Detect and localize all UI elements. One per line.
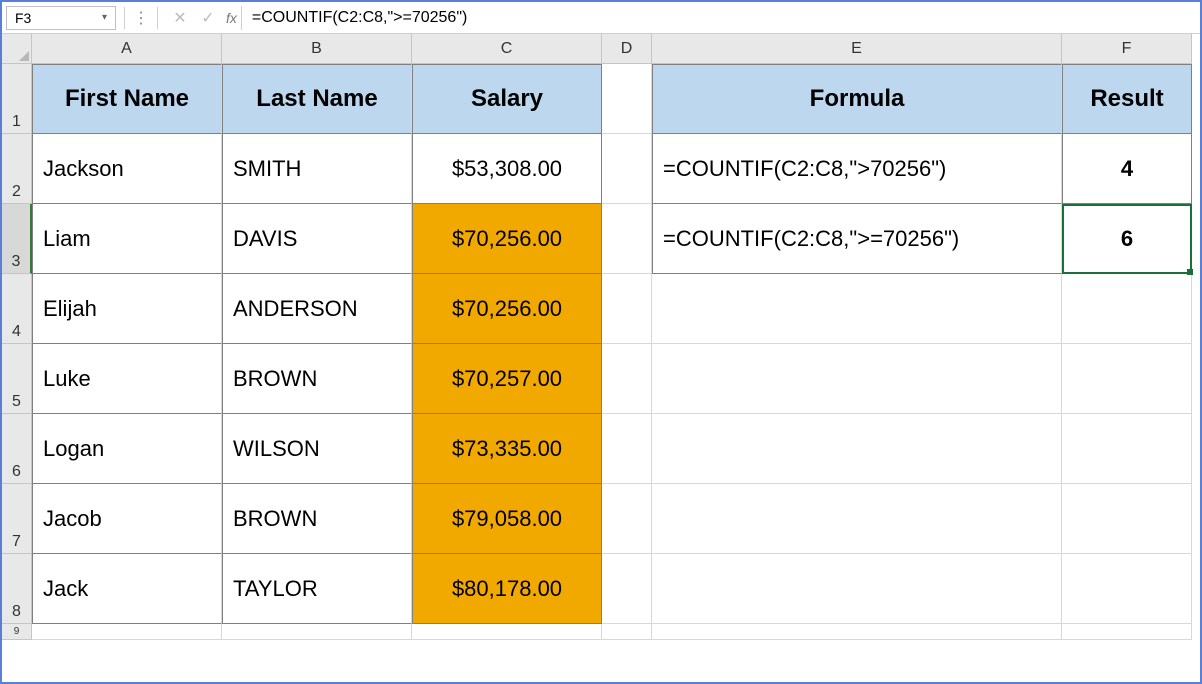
- col-header-F[interactable]: F: [1062, 34, 1192, 64]
- cell-C4[interactable]: $70,256.00: [412, 274, 602, 344]
- cell-A3[interactable]: Liam: [32, 204, 222, 274]
- row-header-2[interactable]: 2: [2, 134, 32, 204]
- fx-icon[interactable]: fx: [226, 10, 237, 26]
- cell-E6[interactable]: [652, 414, 1062, 484]
- cell-E3[interactable]: =COUNTIF(C2:C8,">=70256"): [652, 204, 1062, 274]
- col-header-A[interactable]: A: [32, 34, 222, 64]
- cell-F4[interactable]: [1062, 274, 1192, 344]
- cell-D9[interactable]: [602, 624, 652, 640]
- more-icon[interactable]: ⋮: [133, 8, 149, 28]
- cell-E8[interactable]: [652, 554, 1062, 624]
- cell-F7[interactable]: [1062, 484, 1192, 554]
- cell-D3[interactable]: [602, 204, 652, 274]
- row-header-8[interactable]: 8: [2, 554, 32, 624]
- separator: [157, 7, 158, 29]
- name-box[interactable]: F3 ▾: [6, 6, 116, 30]
- cell-B4[interactable]: ANDERSON: [222, 274, 412, 344]
- row-header-1[interactable]: 1: [2, 64, 32, 134]
- col-header-E[interactable]: E: [652, 34, 1062, 64]
- confirm-icon[interactable]: ✓: [194, 8, 222, 28]
- cell-B6[interactable]: WILSON: [222, 414, 412, 484]
- formula-input[interactable]: =COUNTIF(C2:C8,">=70256"): [241, 6, 1196, 30]
- row-header-4[interactable]: 4: [2, 274, 32, 344]
- cell-C7[interactable]: $79,058.00: [412, 484, 602, 554]
- col-header-B[interactable]: B: [222, 34, 412, 64]
- formula-bar: F3 ▾ ⋮ ✕ ✓ fx =COUNTIF(C2:C8,">=70256"): [2, 2, 1200, 34]
- spreadsheet-grid[interactable]: A B C D E F 1 First Name Last Name Salar…: [2, 34, 1200, 640]
- row-header-5[interactable]: 5: [2, 344, 32, 414]
- col-header-C[interactable]: C: [412, 34, 602, 64]
- header-result[interactable]: Result: [1062, 64, 1192, 134]
- cell-D7[interactable]: [602, 484, 652, 554]
- cell-A6[interactable]: Logan: [32, 414, 222, 484]
- header-first-name[interactable]: First Name: [32, 64, 222, 134]
- cell-D6[interactable]: [602, 414, 652, 484]
- cell-D1[interactable]: [602, 64, 652, 134]
- header-formula[interactable]: Formula: [652, 64, 1062, 134]
- row-header-6[interactable]: 6: [2, 414, 32, 484]
- cell-A2[interactable]: Jackson: [32, 134, 222, 204]
- cell-B3[interactable]: DAVIS: [222, 204, 412, 274]
- col-header-D[interactable]: D: [602, 34, 652, 64]
- cell-B7[interactable]: BROWN: [222, 484, 412, 554]
- cell-A8[interactable]: Jack: [32, 554, 222, 624]
- cell-B5[interactable]: BROWN: [222, 344, 412, 414]
- formula-text: =COUNTIF(C2:C8,">=70256"): [252, 9, 467, 27]
- name-box-dropdown-icon[interactable]: ▾: [102, 12, 107, 23]
- header-last-name[interactable]: Last Name: [222, 64, 412, 134]
- cell-E4[interactable]: [652, 274, 1062, 344]
- cell-A4[interactable]: Elijah: [32, 274, 222, 344]
- row-header-3[interactable]: 3: [2, 204, 32, 274]
- cell-F2[interactable]: 4: [1062, 134, 1192, 204]
- cell-E5[interactable]: [652, 344, 1062, 414]
- cell-E9[interactable]: [652, 624, 1062, 640]
- row-header-7[interactable]: 7: [2, 484, 32, 554]
- select-all-corner[interactable]: [2, 34, 32, 64]
- cell-C3[interactable]: $70,256.00: [412, 204, 602, 274]
- cell-C8[interactable]: $80,178.00: [412, 554, 602, 624]
- header-salary[interactable]: Salary: [412, 64, 602, 134]
- cell-F5[interactable]: [1062, 344, 1192, 414]
- cell-A9[interactable]: [32, 624, 222, 640]
- cell-B2[interactable]: SMITH: [222, 134, 412, 204]
- cell-F6[interactable]: [1062, 414, 1192, 484]
- cell-D5[interactable]: [602, 344, 652, 414]
- cell-D4[interactable]: [602, 274, 652, 344]
- cell-C5[interactable]: $70,257.00: [412, 344, 602, 414]
- cell-D8[interactable]: [602, 554, 652, 624]
- cell-D2[interactable]: [602, 134, 652, 204]
- cell-A5[interactable]: Luke: [32, 344, 222, 414]
- cell-B9[interactable]: [222, 624, 412, 640]
- cell-F8[interactable]: [1062, 554, 1192, 624]
- cell-F3[interactable]: 6: [1062, 204, 1192, 274]
- row-header-9[interactable]: 9: [2, 624, 32, 640]
- cell-E2[interactable]: =COUNTIF(C2:C8,">70256"): [652, 134, 1062, 204]
- name-box-value: F3: [15, 10, 31, 26]
- cancel-icon[interactable]: ✕: [166, 8, 194, 28]
- cell-C9[interactable]: [412, 624, 602, 640]
- cell-A7[interactable]: Jacob: [32, 484, 222, 554]
- separator: [124, 7, 125, 29]
- cell-B8[interactable]: TAYLOR: [222, 554, 412, 624]
- cell-F9[interactable]: [1062, 624, 1192, 640]
- cell-C6[interactable]: $73,335.00: [412, 414, 602, 484]
- cell-E7[interactable]: [652, 484, 1062, 554]
- cell-C2[interactable]: $53,308.00: [412, 134, 602, 204]
